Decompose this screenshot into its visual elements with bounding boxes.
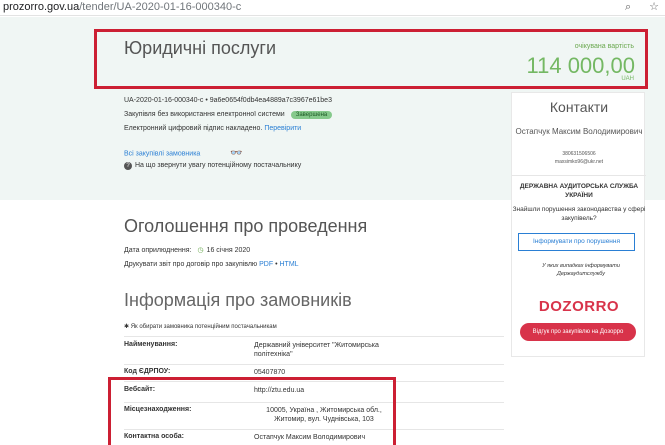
howto-choose-text[interactable]: Як обирати замовника потенційним постача… [131, 324, 277, 330]
audit-service-title: ДЕРЖАВНА АУДИТОРСЬКА СЛУЖБА УКРАЇНИ [519, 183, 639, 199]
when-to-inform-link[interactable]: У яких випадках інформувати Держаудитслу… [526, 262, 636, 278]
contact-phone[interactable]: 380631506506 [512, 151, 646, 157]
highlight-box-contacts [108, 377, 396, 445]
print-separator: • [275, 261, 278, 268]
dozorro-logo: DOZORRO [538, 298, 620, 315]
customer-name-value: Державний університет "Житомирська політ… [254, 342, 379, 358]
browser-address-bar[interactable]: prozorro.gov.ua/tender/UA-2020-01-16-000… [0, 0, 665, 16]
contact-name: Остапчук Максим Володимирович [515, 127, 643, 136]
procurement-type-line: Закупівля без використання електронної с… [124, 111, 333, 119]
url-domain: prozorro.gov.ua [3, 1, 80, 13]
verify-signature-link[interactable]: Перевірити [264, 125, 301, 132]
all-purchases-link[interactable]: Всі закупівлі замовника [124, 150, 200, 157]
signature-text: Електронний цифровий підпис накладено. [124, 125, 263, 132]
contacts-title: Контакти [549, 99, 609, 115]
contacts-panel: Контакти Остапчук Максим Володимирович 3… [511, 92, 646, 357]
tender-title: Юридичні послуги [124, 38, 277, 58]
status-badge: Завершена [290, 111, 333, 119]
contacts-divider [512, 175, 646, 176]
glasses-icon[interactable]: 👓 [230, 148, 242, 159]
table-divider [124, 336, 504, 337]
url-path: /tender/UA-2020-01-16-000340-c [79, 1, 242, 13]
report-violation-button[interactable]: Інформувати про порушення [518, 233, 635, 251]
signature-line: Електронний цифровий підпис накладено. П… [124, 125, 301, 132]
publication-date-row: Дата оприлюднення: ◷ 16 січня 2020 [124, 246, 250, 254]
publication-date-label: Дата оприлюднення: [124, 247, 192, 254]
expected-value-label: очікувана вартість [574, 43, 634, 50]
edrpou-value: 05407870 [254, 369, 286, 376]
tender-id-line: UA-2020-01-16-000340-c • 9a6e0654f0db4ea… [124, 97, 332, 104]
zoom-icon[interactable]: ⌕ [625, 1, 631, 13]
table-divider [124, 364, 504, 365]
announcement-heading: Оголошення про проведення [124, 216, 368, 236]
procurement-type: Закупівля без використання електронної с… [124, 111, 285, 118]
print-report-text: Друкувати звіт про договір про закупівлю [124, 261, 258, 268]
print-html-link[interactable]: HTML [280, 261, 299, 268]
star-icon[interactable]: ☆ [649, 1, 659, 13]
browser-toolbar-icons: ⌕ ☆ [607, 0, 659, 14]
attention-link[interactable]: На що звернути увагу потенційному постач… [135, 162, 301, 169]
expected-value-currency: UAH [621, 76, 634, 82]
all-purchases-row: Всі закупівлі замовника 👓 [124, 148, 243, 159]
expected-value-amount: 114 000,00 [526, 53, 635, 78]
publication-date-value: 16 січня 2020 [206, 247, 251, 254]
attention-row: ? На що звернути увагу потенційному поста… [124, 162, 301, 170]
audit-service-text: Знайшли порушення законодавства у сфері … [512, 206, 646, 222]
print-report-row: Друкувати звіт про договір про закупівлю… [124, 261, 299, 268]
howto-choose-row: ✱ Як обирати замовника потенційним поста… [124, 323, 277, 330]
contact-email[interactable]: maxsimko96@ukr.net [512, 159, 646, 165]
dozorro-review-button[interactable]: Відгук про закупівлю на Дозорро [520, 323, 636, 341]
question-icon: ? [124, 162, 132, 170]
info-icon: ✱ [124, 324, 131, 330]
edrpou-label: Код ЄДРПОУ: [124, 368, 171, 375]
print-pdf-link[interactable]: PDF [259, 261, 273, 268]
clock-icon: ◷ [197, 247, 204, 254]
customer-name-label: Найменування: [124, 341, 178, 348]
url-text[interactable]: prozorro.gov.ua/tender/UA-2020-01-16-000… [3, 1, 241, 13]
customer-info-heading: Інформація про замовників [124, 290, 352, 310]
